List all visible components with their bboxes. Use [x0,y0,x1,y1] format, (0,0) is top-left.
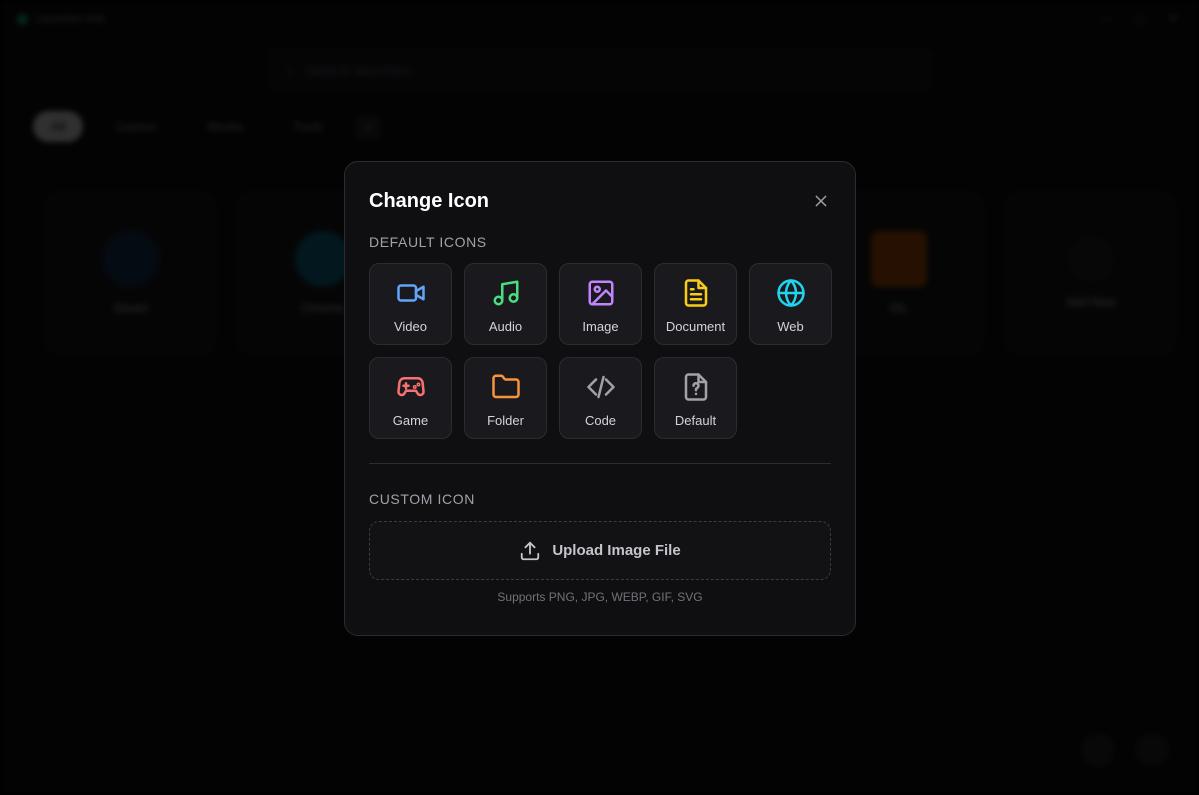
icon-option-label: Image [582,319,619,334]
icon-option-label: Web [777,319,804,334]
icon-option-label: Audio [488,319,523,334]
icon-option-label: Document [665,319,726,334]
icon-option-label: Video [393,319,427,334]
file-question-icon [684,373,707,401]
icon-option-default[interactable]: Default [654,357,737,439]
icon-option-web[interactable]: Web [749,263,832,345]
default-icons-grid: Video Audio Image Document Web Game Fold… [369,263,832,439]
globe-icon [776,279,805,307]
folder-icon [491,374,520,399]
icon-option-video[interactable]: Video [369,263,452,345]
dialog-title: Change Icon [369,189,490,212]
upload-button-label: Upload Image File [552,542,681,559]
music-icon [493,280,518,306]
dialog-header: Change Icon [369,186,831,216]
gamepad-icon [396,376,425,397]
section-divider [369,463,831,464]
image-icon [588,280,613,306]
icon-option-audio[interactable]: Audio [464,263,547,345]
icon-option-label: Folder [487,413,524,428]
upload-image-button[interactable]: Upload Image File [369,521,831,580]
icon-option-document[interactable]: Document [654,263,737,345]
close-icon [815,195,827,207]
close-button[interactable] [807,187,835,215]
code-icon [586,375,615,399]
icon-option-game[interactable]: Game [369,357,452,439]
upload-icon [521,541,540,560]
icon-option-code[interactable]: Code [559,357,642,439]
icon-option-image[interactable]: Image [559,263,642,345]
custom-icon-label: CUSTOM ICON [369,491,475,507]
document-icon [684,279,707,307]
supported-formats-text: Supports PNG, JPG, WEBP, GIF, SVG [497,590,703,604]
icon-option-folder[interactable]: Folder [464,357,547,439]
video-icon [396,284,425,302]
icon-option-label: Code [584,413,617,428]
change-icon-dialog: Change Icon DEFAULT ICONS Video Audio Im… [344,161,856,636]
icon-option-label: Default [674,413,717,428]
default-icons-label: DEFAULT ICONS [369,234,487,250]
icon-option-label: Game [392,413,429,428]
